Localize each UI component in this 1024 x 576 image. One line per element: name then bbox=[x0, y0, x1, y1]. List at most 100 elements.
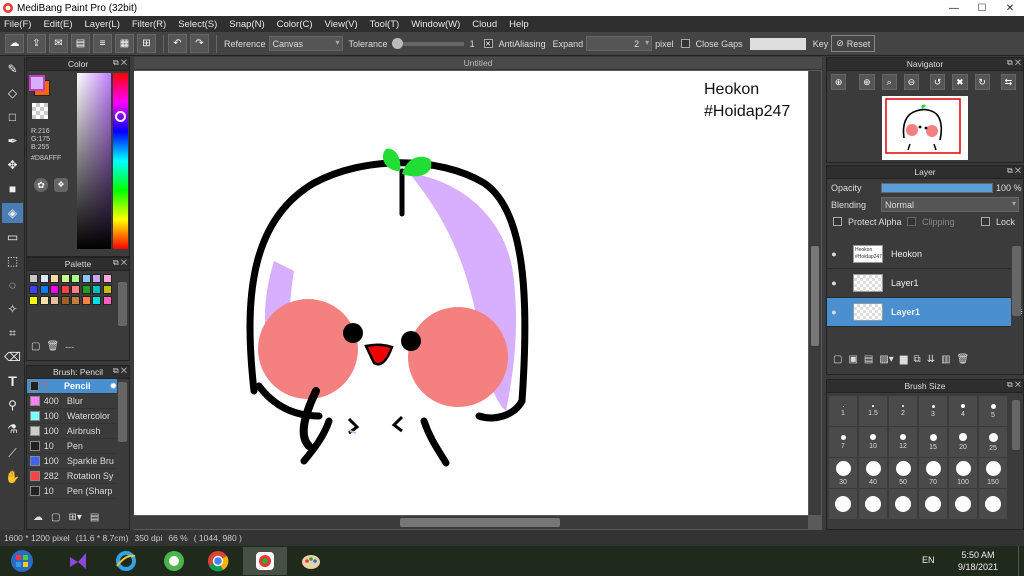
visibility-icon[interactable]: ● bbox=[827, 307, 841, 317]
palette-swatch[interactable] bbox=[81, 274, 91, 283]
move-tool-icon[interactable]: ✥ bbox=[2, 155, 23, 175]
visual-studio-icon[interactable] bbox=[56, 547, 100, 575]
menu-cloud[interactable]: Cloud bbox=[472, 19, 497, 30]
dot-tool-icon[interactable]: □ bbox=[2, 107, 23, 127]
brush-cloud-icon[interactable]: ☁ bbox=[33, 512, 43, 523]
operation-tool-icon[interactable]: ⚲ bbox=[2, 395, 23, 415]
coccoc-browser-icon[interactable] bbox=[152, 547, 196, 575]
brush-item[interactable]: 100 Watercolor bbox=[27, 409, 117, 424]
horizontal-scroll-thumb[interactable] bbox=[400, 518, 560, 527]
brush-size-option[interactable] bbox=[949, 489, 977, 519]
hue-cursor[interactable] bbox=[115, 111, 126, 122]
comment-icon[interactable]: ✉ bbox=[49, 34, 68, 53]
menu-filter[interactable]: Filter(R) bbox=[132, 19, 166, 30]
layer-scrollbar[interactable] bbox=[1012, 246, 1021, 316]
zoom-in-icon[interactable]: ⊕ bbox=[859, 74, 875, 90]
lasso-tool-icon[interactable]: ◌ bbox=[2, 275, 23, 295]
close-gaps-slider[interactable] bbox=[749, 37, 806, 50]
add-brush-icon[interactable]: ⊞▾ bbox=[68, 512, 81, 523]
brush-item[interactable]: 282 Rotation Sy bbox=[27, 469, 117, 484]
menu-color[interactable]: Color(C) bbox=[277, 19, 313, 30]
new-layer-icon[interactable]: ▢ bbox=[833, 354, 842, 365]
brush-settings-icon[interactable]: ▤ bbox=[90, 512, 99, 523]
eraser-tool-icon[interactable]: ◇ bbox=[2, 83, 23, 103]
saturation-value-picker[interactable] bbox=[77, 73, 111, 249]
brush-size-option[interactable]: 150 bbox=[979, 458, 1007, 488]
duplicate-layer-icon[interactable]: ⧉ bbox=[914, 354, 921, 365]
menu-tool[interactable]: Tool(T) bbox=[370, 19, 400, 30]
vertical-scroll-thumb[interactable] bbox=[811, 246, 819, 346]
brush-size-option[interactable] bbox=[979, 489, 1007, 519]
brush-size-option[interactable]: 10 bbox=[859, 427, 887, 457]
brush-item[interactable]: 400 Blur bbox=[27, 394, 117, 409]
palette-swatch[interactable] bbox=[39, 274, 49, 283]
palette-swatch[interactable] bbox=[60, 274, 70, 283]
new-halftone-layer-icon[interactable]: ▤ bbox=[864, 354, 873, 365]
brush-size-option[interactable]: 40 bbox=[859, 458, 887, 488]
expand-input[interactable]: 2 bbox=[586, 36, 653, 51]
brush-size-option[interactable]: 1.5 bbox=[859, 396, 887, 426]
clipping-checkbox[interactable] bbox=[907, 217, 916, 226]
fill-stroke-icon[interactable]: ✒ bbox=[2, 131, 23, 151]
new-color-layer-icon[interactable]: ▣ bbox=[848, 354, 857, 365]
visibility-icon[interactable]: ● bbox=[827, 278, 841, 288]
brush-size-option[interactable]: 50 bbox=[889, 458, 917, 488]
brush-item[interactable]: 10 Pen (Sharp bbox=[27, 484, 117, 499]
folder-icon[interactable]: ▆ bbox=[900, 354, 908, 365]
zoom-reset-icon[interactable]: ⌕ bbox=[881, 74, 897, 90]
cloud-icon[interactable]: ☁ bbox=[5, 34, 24, 53]
palette-swatch[interactable] bbox=[81, 296, 91, 305]
list-icon[interactable]: ≡ bbox=[93, 34, 112, 53]
brush-tool-icon[interactable]: ✎ bbox=[2, 59, 23, 79]
brush-size-option[interactable]: 100 bbox=[949, 458, 977, 488]
merge-layer-icon[interactable]: ⇊ bbox=[927, 354, 935, 365]
upload-icon[interactable]: ⇪ bbox=[27, 34, 46, 53]
palette-swatch[interactable] bbox=[29, 285, 38, 294]
gradient-tool-icon[interactable]: ▭ bbox=[2, 227, 23, 247]
brush-size-option[interactable] bbox=[889, 489, 917, 519]
palette-swatch[interactable] bbox=[102, 285, 112, 294]
menu-select[interactable]: Select(S) bbox=[178, 19, 217, 30]
language-indicator[interactable]: EN bbox=[922, 555, 935, 565]
antialiasing-checkbox[interactable]: ✕ bbox=[483, 39, 493, 48]
transparent-swatch[interactable] bbox=[32, 103, 48, 119]
menu-view[interactable]: View(V) bbox=[325, 19, 358, 30]
palette-swatch[interactable] bbox=[60, 296, 70, 305]
brush-size-scrollbar[interactable] bbox=[1012, 400, 1020, 450]
brush-item[interactable]: 100 Airbrush bbox=[27, 424, 117, 439]
document-tab[interactable]: Untitled bbox=[134, 57, 822, 70]
menu-file[interactable]: File(F) bbox=[4, 19, 31, 30]
palette-swatch[interactable] bbox=[50, 285, 59, 294]
zoom-fit-icon[interactable]: ⊕ bbox=[831, 74, 847, 90]
brush-size-option[interactable]: 1 bbox=[829, 396, 857, 426]
brush-size-option[interactable] bbox=[919, 489, 947, 519]
vertical-scrollbar[interactable] bbox=[809, 71, 821, 515]
close-gaps-checkbox[interactable] bbox=[680, 39, 690, 48]
lock-checkbox[interactable] bbox=[981, 217, 990, 226]
slider-knob[interactable] bbox=[391, 37, 403, 49]
document-icon[interactable]: ▤ bbox=[71, 34, 90, 53]
select-pen-icon[interactable]: ⌗ bbox=[2, 323, 23, 343]
panel-close-icon[interactable]: ⧉ ✕ bbox=[1007, 58, 1021, 68]
brush-item[interactable]: 7 Pencil ✹ bbox=[27, 379, 117, 394]
delete-layer-icon[interactable]: 🗑 bbox=[957, 354, 970, 365]
palette-swatch[interactable] bbox=[29, 296, 38, 305]
reference-select[interactable]: Canvas bbox=[268, 36, 343, 51]
close-button[interactable]: ✕ bbox=[996, 0, 1024, 16]
menu-snap[interactable]: Snap(N) bbox=[229, 19, 264, 30]
flip-icon[interactable]: ⇆ bbox=[1000, 74, 1016, 90]
palette-swatch[interactable] bbox=[39, 296, 49, 305]
rotate-left-icon[interactable]: ↺ bbox=[930, 74, 946, 90]
blending-select[interactable]: Normal bbox=[881, 197, 1019, 212]
rotate-right-icon[interactable]: ↻ bbox=[974, 74, 990, 90]
text-tool-icon[interactable]: T bbox=[2, 371, 23, 391]
paint-icon[interactable] bbox=[289, 547, 333, 575]
palette-swatch[interactable] bbox=[60, 285, 70, 294]
panel-close-icon[interactable]: ⧉ ✕ bbox=[113, 366, 127, 376]
palette-swatch[interactable] bbox=[102, 274, 112, 283]
undo-icon[interactable]: ↶ bbox=[168, 34, 187, 53]
palette-swatch[interactable] bbox=[50, 274, 59, 283]
palette-swatch[interactable] bbox=[50, 296, 59, 305]
brush-scrollbar[interactable] bbox=[118, 382, 127, 442]
bucket-tool-icon[interactable]: ◈ bbox=[2, 203, 23, 223]
